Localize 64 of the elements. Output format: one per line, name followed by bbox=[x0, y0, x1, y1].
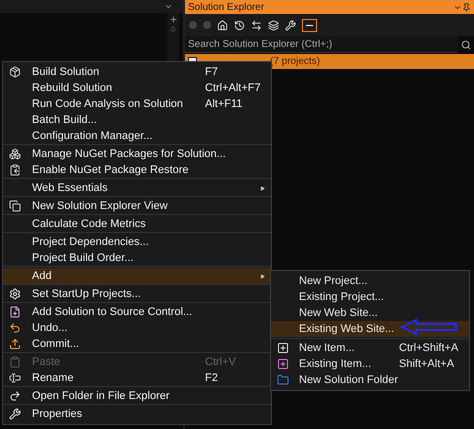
menu-item[interactable]: Project Build Order... bbox=[3, 250, 271, 266]
menu-item[interactable]: New Solution Folder bbox=[271, 372, 469, 388]
menu-item[interactable]: Manage NuGet Packages for Solution... bbox=[3, 146, 271, 162]
undo-icon bbox=[9, 322, 21, 334]
folder-icon bbox=[277, 374, 289, 386]
search-icon[interactable] bbox=[461, 40, 471, 50]
submenu-arrow-icon bbox=[260, 274, 265, 278]
copy-icon bbox=[9, 200, 21, 212]
collapse-button[interactable] bbox=[302, 18, 317, 32]
menu-item[interactable]: Open Folder in File Explorer bbox=[3, 388, 271, 404]
clipboard-icon bbox=[9, 164, 21, 176]
menu-item[interactable]: Run Code Analysis on Solution Alt+F11 bbox=[3, 96, 271, 112]
menu-item[interactable]: Rename F2 bbox=[3, 370, 271, 386]
wrench-icon[interactable] bbox=[285, 20, 296, 30]
shortcut-text: Ctrl+V bbox=[205, 354, 237, 370]
home-icon[interactable] bbox=[217, 20, 228, 30]
sync-icon[interactable] bbox=[251, 20, 262, 30]
menu-item[interactable]: Commit... bbox=[3, 336, 271, 352]
build-icon bbox=[9, 66, 21, 78]
menu-item[interactable]: New Solution Explorer View bbox=[3, 198, 271, 214]
menu-item[interactable]: Existing Project... bbox=[271, 289, 469, 305]
shortcut-text: F2 bbox=[205, 370, 219, 386]
search-field[interactable]: Search Solution Explorer (Ctrl+;) bbox=[185, 36, 458, 53]
shortcut-text: Shift+Alt+A bbox=[399, 356, 456, 372]
text-cursor-icon bbox=[9, 372, 21, 384]
submenu-arrow-icon bbox=[260, 186, 265, 190]
menu-item[interactable]: Existing Item... Shift+Alt+A bbox=[271, 356, 469, 372]
menu-item[interactable]: Batch Build... bbox=[3, 112, 271, 128]
menu-item[interactable]: Properties bbox=[3, 406, 271, 422]
history-icon[interactable] bbox=[234, 20, 245, 30]
dropdown-icon[interactable] bbox=[164, 2, 173, 11]
pin-icon[interactable] bbox=[462, 2, 471, 12]
clipboard-icon bbox=[9, 356, 21, 368]
menu-item[interactable]: Enable NuGet Package Restore bbox=[3, 162, 271, 178]
menu-item[interactable]: Configuration Manager... bbox=[3, 128, 271, 144]
boxes-icon bbox=[9, 148, 21, 160]
panel-title: Solution Explorer bbox=[188, 0, 266, 14]
new-item-icon bbox=[277, 342, 289, 354]
windows-icon[interactable] bbox=[268, 20, 279, 30]
menu-item[interactable]: Rebuild Solution Ctrl+Alt+F7 bbox=[3, 80, 271, 96]
existing-item-icon bbox=[277, 358, 289, 370]
menu-item[interactable]: Existing Web Site... bbox=[271, 321, 469, 337]
annotation-arrow bbox=[400, 318, 458, 336]
upload-icon bbox=[9, 338, 21, 350]
settings-icon bbox=[9, 288, 21, 300]
menu-item[interactable]: Undo... bbox=[3, 320, 271, 336]
menu-item[interactable]: Set StartUp Projects... bbox=[3, 286, 271, 302]
menu-item[interactable]: New Item... Ctrl+Shift+A bbox=[271, 340, 469, 356]
menu-item[interactable]: Project Dependencies... bbox=[3, 234, 271, 250]
menu-item[interactable]: New Web Site... bbox=[271, 305, 469, 321]
shortcut-text: Ctrl+Alt+F7 bbox=[205, 80, 262, 96]
scroll-up-icon[interactable] bbox=[170, 26, 176, 32]
shortcut-text: Ctrl+Shift+A bbox=[399, 340, 460, 356]
menu-item[interactable]: Add Solution to Source Control... bbox=[3, 304, 271, 320]
wrench-icon bbox=[9, 408, 21, 420]
menu-item[interactable]: Web Essentials bbox=[3, 180, 271, 196]
split-icon[interactable] bbox=[168, 15, 178, 24]
redo-icon bbox=[9, 390, 21, 402]
menu-item[interactable]: New Project... bbox=[271, 273, 469, 289]
menu-item[interactable]: Add bbox=[3, 268, 271, 284]
shortcut-text: Alt+F11 bbox=[205, 96, 244, 112]
file-plus-icon bbox=[9, 306, 21, 318]
scrollbar[interactable] bbox=[167, 13, 179, 61]
menu-item[interactable]: Calculate Code Metrics bbox=[3, 216, 271, 232]
